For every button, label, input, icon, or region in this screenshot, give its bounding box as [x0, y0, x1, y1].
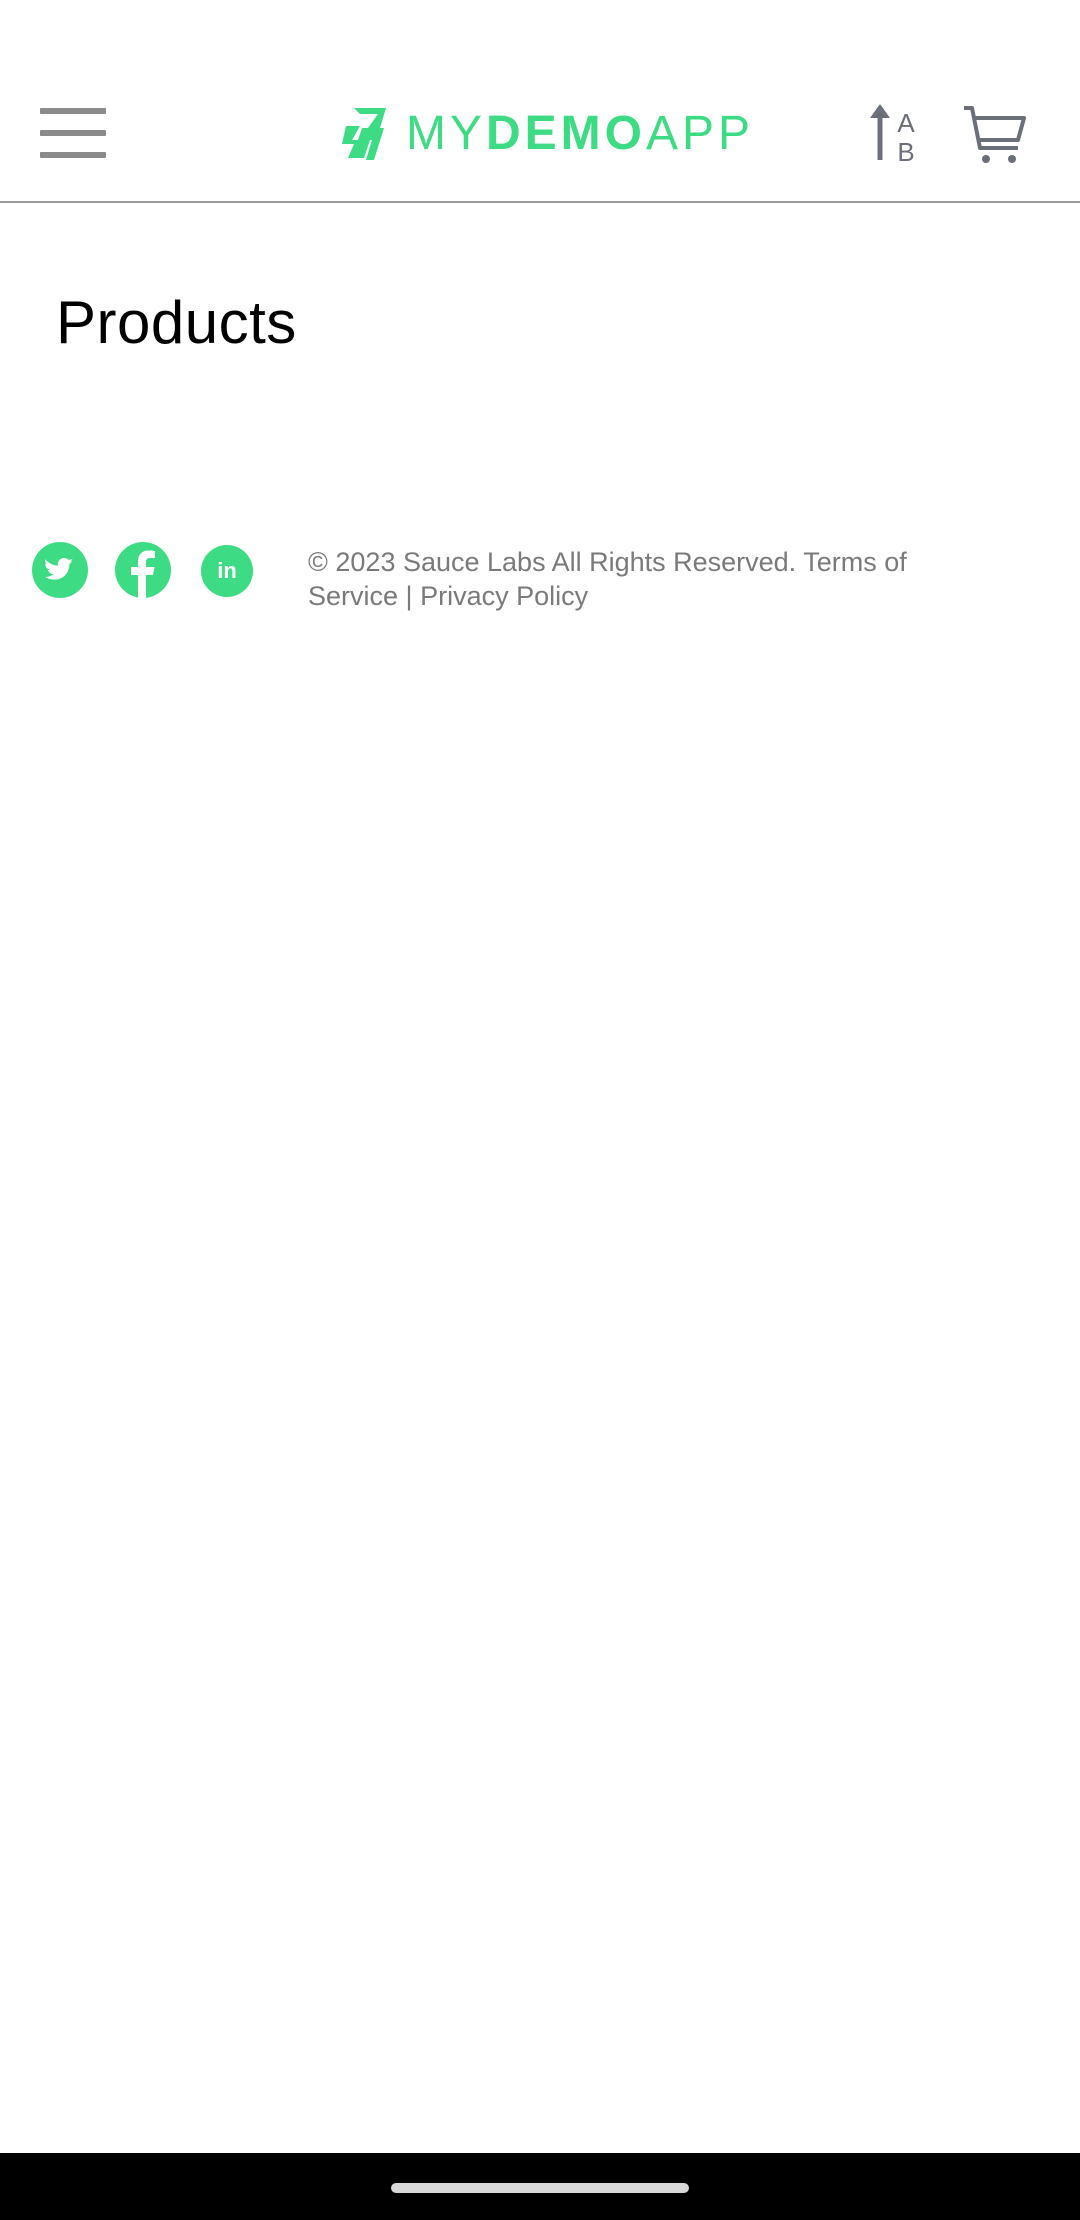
page-title: Products	[56, 289, 297, 356]
logo-part-demo: DEMO	[486, 107, 646, 160]
app-logo: MYDEMOAPP	[340, 104, 754, 164]
facebook-icon[interactable]	[115, 542, 171, 598]
privacy-policy-link[interactable]: Privacy Policy	[420, 581, 588, 611]
logo-part-app: APP	[646, 107, 755, 160]
system-navigation-bar	[0, 2153, 1080, 2220]
app-screen: MYDEMOAPP A B Products in © 2023 Sauce L…	[0, 0, 1080, 2220]
linkedin-glyph: in	[217, 558, 237, 583]
twitter-icon[interactable]	[32, 542, 88, 598]
menu-line	[40, 152, 106, 158]
logo-part-my: MY	[406, 107, 486, 160]
svg-text:B: B	[897, 137, 914, 164]
svg-text:A: A	[897, 108, 915, 138]
copyright-text: © 2023 Sauce Labs All Rights Reserved.	[308, 547, 797, 577]
home-gesture-handle[interactable]	[391, 2183, 689, 2193]
menu-line	[40, 130, 106, 136]
twitter-bird-glyph	[45, 558, 74, 580]
footer-separator: |	[405, 581, 413, 611]
top-app-bar: MYDEMOAPP A B	[0, 0, 1080, 203]
logo-bolt-icon	[342, 108, 386, 160]
menu-line	[40, 108, 106, 114]
sort-az-icon: A B	[870, 104, 915, 167]
linkedin-icon[interactable]: in	[201, 545, 253, 597]
footer-legal-text: © 2023 Sauce Labs All Rights Reserved. T…	[308, 545, 988, 613]
hamburger-menu-icon[interactable]	[40, 108, 106, 158]
cart-icon	[964, 106, 1026, 163]
cart-button[interactable]	[962, 104, 1026, 166]
facebook-f-glyph	[131, 550, 155, 598]
logo-wordmark: MYDEMOAPP	[406, 110, 754, 158]
sort-button[interactable]: A B	[868, 104, 926, 167]
